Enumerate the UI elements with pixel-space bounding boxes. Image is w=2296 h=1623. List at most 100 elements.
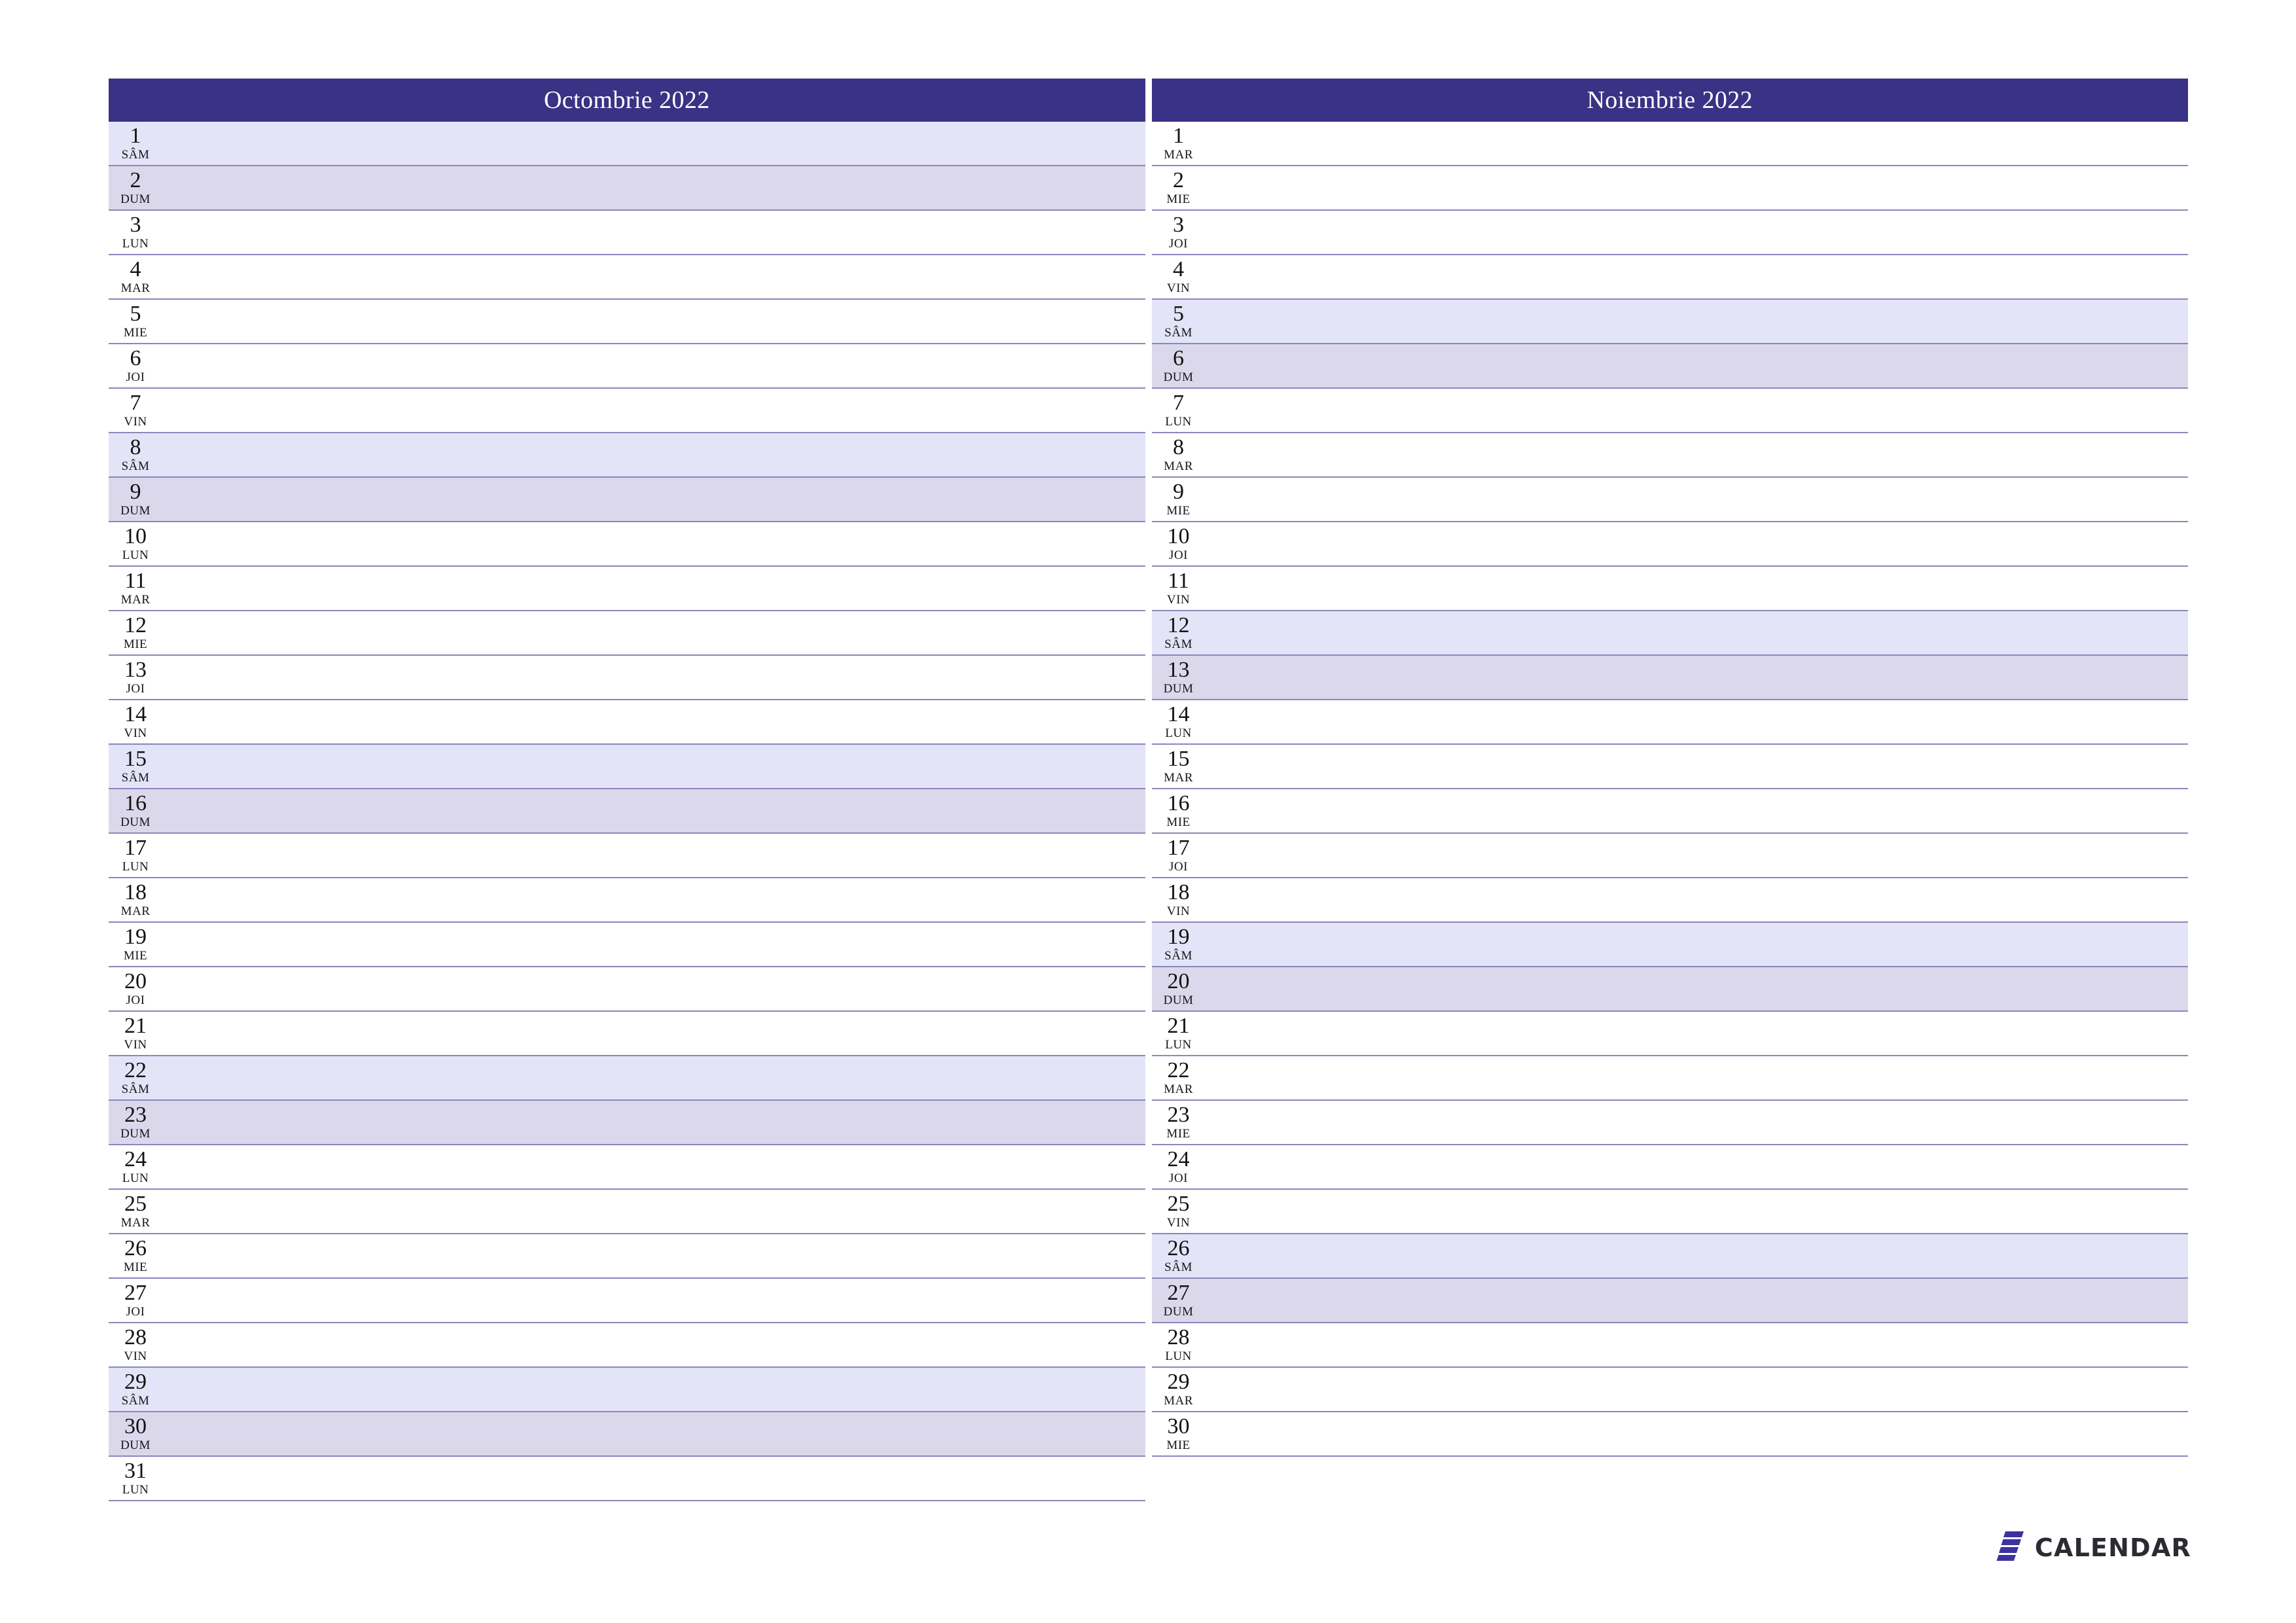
day-label-stack: 10 LUN	[117, 522, 154, 565]
day-row[interactable]: 28 LUN	[1151, 1323, 2188, 1368]
day-weekday-abbr: DUM	[120, 1438, 151, 1452]
day-row[interactable]: 9 DUM	[109, 478, 1145, 522]
day-number: 18	[124, 880, 147, 904]
day-row[interactable]: 22 SÂM	[109, 1056, 1145, 1101]
day-row[interactable]: 1 SÂM	[109, 122, 1145, 166]
day-row[interactable]: 29 SÂM	[109, 1368, 1145, 1412]
day-row[interactable]: 7 VIN	[109, 389, 1145, 433]
day-weekday-abbr: VIN	[1166, 281, 1191, 295]
day-row[interactable]: 11 VIN	[1151, 567, 2188, 611]
day-weekday-abbr: MAR	[1164, 147, 1193, 162]
day-number: 2	[130, 168, 141, 192]
day-row[interactable]: 3 JOI	[1151, 211, 2188, 255]
day-row[interactable]: 4 MAR	[109, 255, 1145, 300]
day-number: 10	[1167, 524, 1190, 548]
day-label-stack: 17 LUN	[117, 834, 154, 877]
day-weekday-abbr: DUM	[1163, 370, 1194, 384]
planner-page: Octombrie 2022 1 SÂM 2 DUM 3 LUN 4 MAR 5 MIE 6 JOI 7 V…	[0, 0, 2296, 1623]
day-row[interactable]: 16 MIE	[1151, 789, 2188, 834]
day-row[interactable]: 29 MAR	[1151, 1368, 2188, 1412]
day-row[interactable]: 31 LUN	[109, 1457, 1145, 1501]
day-row[interactable]: 15 SÂM	[109, 745, 1145, 789]
day-row[interactable]: 23 DUM	[109, 1101, 1145, 1145]
day-row[interactable]: 14 LUN	[1151, 700, 2188, 745]
day-row[interactable]: 1 MAR	[1151, 122, 2188, 166]
day-row[interactable]: 6 DUM	[1151, 344, 2188, 389]
day-label-stack: 25 VIN	[1160, 1190, 1198, 1233]
day-row[interactable]: 10 LUN	[109, 522, 1145, 567]
day-number: 3	[130, 212, 141, 237]
day-row[interactable]: 5 SÂM	[1151, 300, 2188, 344]
day-row[interactable]: 4 VIN	[1151, 255, 2188, 300]
day-number: 20	[124, 969, 147, 993]
day-row[interactable]: 18 MAR	[109, 878, 1145, 923]
day-row[interactable]: 13 DUM	[1151, 656, 2188, 700]
day-weekday-abbr: JOI	[126, 993, 145, 1007]
day-row[interactable]: 3 LUN	[109, 211, 1145, 255]
day-label-stack: 2 MIE	[1160, 166, 1198, 209]
day-label-stack: 11 MAR	[117, 567, 154, 610]
day-row[interactable]: 26 MIE	[109, 1234, 1145, 1279]
day-number: 23	[124, 1102, 147, 1127]
day-row[interactable]: 20 DUM	[1151, 967, 2188, 1012]
day-row[interactable]: 25 VIN	[1151, 1190, 2188, 1234]
day-row[interactable]: 19 MIE	[109, 923, 1145, 967]
day-row[interactable]: 10 JOI	[1151, 522, 2188, 567]
day-label-stack: 23 MIE	[1160, 1101, 1198, 1144]
day-row[interactable]: 27 JOI	[109, 1279, 1145, 1323]
day-row[interactable]: 2 MIE	[1151, 166, 2188, 211]
day-row[interactable]: 24 LUN	[109, 1145, 1145, 1190]
day-row[interactable]: 21 LUN	[1151, 1012, 2188, 1056]
day-row[interactable]: 17 JOI	[1151, 834, 2188, 878]
day-number: 6	[1173, 346, 1184, 370]
day-weekday-abbr: SÂM	[1164, 637, 1193, 651]
day-label-stack: 24 JOI	[1160, 1145, 1198, 1188]
day-row[interactable]: 30 DUM	[109, 1412, 1145, 1457]
brand-wordmark: CALENDAR	[2034, 1533, 2191, 1562]
day-label-stack: 26 MIE	[117, 1234, 154, 1277]
day-label-stack: 15 MAR	[1160, 745, 1198, 788]
day-row[interactable]: 24 JOI	[1151, 1145, 2188, 1190]
day-row[interactable]: 14 VIN	[109, 700, 1145, 745]
day-row[interactable]: 8 SÂM	[109, 433, 1145, 478]
day-weekday-abbr: DUM	[120, 503, 151, 518]
day-row[interactable]: 9 MIE	[1151, 478, 2188, 522]
day-row[interactable]: 5 MIE	[109, 300, 1145, 344]
day-weekday-abbr: VIN	[124, 1037, 147, 1052]
day-row[interactable]: 12 SÂM	[1151, 611, 2188, 656]
day-weekday-abbr: MAR	[1164, 1393, 1193, 1408]
day-row[interactable]: 11 MAR	[109, 567, 1145, 611]
day-row[interactable]: 15 MAR	[1151, 745, 2188, 789]
day-row[interactable]: 22 MAR	[1151, 1056, 2188, 1101]
day-row[interactable]: 2 DUM	[109, 166, 1145, 211]
day-row[interactable]: 28 VIN	[109, 1323, 1145, 1368]
planner-grid: Octombrie 2022 1 SÂM 2 DUM 3 LUN 4 MAR 5 MIE 6 JOI 7 V…	[109, 79, 2188, 1501]
day-weekday-abbr: LUN	[122, 1171, 149, 1185]
day-row[interactable]: 13 JOI	[109, 656, 1145, 700]
day-row[interactable]: 20 JOI	[109, 967, 1145, 1012]
day-row[interactable]: 16 DUM	[109, 789, 1145, 834]
day-row[interactable]: 17 LUN	[109, 834, 1145, 878]
day-row[interactable]: 23 MIE	[1151, 1101, 2188, 1145]
day-row[interactable]: 26 SÂM	[1151, 1234, 2188, 1279]
day-row[interactable]: 19 SÂM	[1151, 923, 2188, 967]
day-row[interactable]: 21 VIN	[109, 1012, 1145, 1056]
day-weekday-abbr: MIE	[1166, 192, 1191, 206]
day-label-stack: 21 LUN	[1160, 1012, 1198, 1055]
day-weekday-abbr: SÂM	[121, 1393, 150, 1408]
day-label-stack: 19 SÂM	[1160, 923, 1198, 966]
day-label-stack: 15 SÂM	[117, 745, 154, 788]
day-row[interactable]: 18 VIN	[1151, 878, 2188, 923]
day-row[interactable]: 12 MIE	[109, 611, 1145, 656]
day-row[interactable]: 6 JOI	[109, 344, 1145, 389]
day-row[interactable]: 8 MAR	[1151, 433, 2188, 478]
day-label-stack: 9 MIE	[1160, 478, 1198, 521]
day-weekday-abbr: JOI	[1169, 859, 1188, 874]
month-title: Noiembrie 2022	[1151, 79, 2188, 122]
day-row[interactable]: 27 DUM	[1151, 1279, 2188, 1323]
brand-logo: CALENDAR	[1994, 1531, 2191, 1564]
day-row[interactable]: 30 MIE	[1151, 1412, 2188, 1457]
day-row[interactable]: 7 LUN	[1151, 389, 2188, 433]
day-label-stack: 7 VIN	[117, 389, 154, 432]
day-row[interactable]: 25 MAR	[109, 1190, 1145, 1234]
